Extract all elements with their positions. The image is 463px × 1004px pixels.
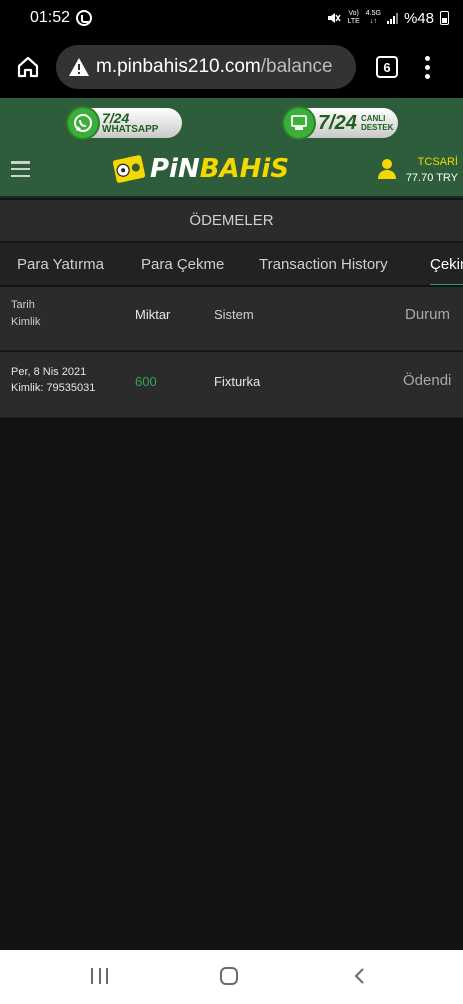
mute-icon	[328, 13, 342, 23]
url-text: m.pinbahis210.com/balance	[96, 56, 333, 78]
site-logo[interactable]: PiNBAHiS	[111, 153, 290, 185]
battery-percent: %48	[403, 9, 434, 27]
row-date: Per, 8 Nis 2021	[11, 366, 87, 378]
warning-icon	[69, 58, 89, 76]
logo-ticket-icon	[111, 154, 147, 184]
whatsapp-promo-line2: WHATSAPP	[102, 123, 159, 135]
whatsapp-notification-icon	[76, 10, 93, 26]
hamburger-icon[interactable]	[11, 161, 30, 177]
url-path: /balance	[260, 56, 333, 77]
page: 01:52 Vo) LTE 4.5G ↓↑ %48 m.pinbahis210.…	[0, 0, 463, 1004]
header-id: Kimlik	[11, 316, 41, 328]
browser-home-button[interactable]	[0, 36, 56, 98]
payment-tabs: Para Yatırma Para Çekme Transaction Hist…	[0, 243, 463, 286]
nav-back-icon[interactable]	[352, 967, 366, 985]
tab-withdraw[interactable]: Para Çekme	[141, 243, 224, 285]
row-status: Ödendi	[403, 372, 452, 389]
battery-icon	[440, 11, 449, 25]
signal-icon	[386, 12, 398, 24]
nav-recent-icon[interactable]	[91, 968, 108, 984]
android-nav-bar	[0, 950, 463, 1004]
row-system: Fixturka	[214, 374, 261, 389]
logo-text: PiNBAHiS	[150, 154, 290, 184]
live-support-line1: CANLI	[360, 114, 386, 123]
home-icon	[17, 56, 39, 78]
tab-withdrawals[interactable]: Çekim	[430, 243, 463, 285]
page-title: ÖDEMELER	[0, 200, 463, 242]
row-id: Kimlik: 79535031	[11, 382, 96, 394]
nav-home-icon[interactable]	[220, 967, 238, 985]
volte-indicator: Vo) LTE	[347, 10, 360, 25]
username[interactable]: TCSARİ	[418, 156, 458, 168]
network-speed-indicator: 4.5G ↓↑	[365, 10, 381, 25]
tab-count: 6	[383, 59, 391, 75]
tab-deposit[interactable]: Para Yatırma	[17, 243, 104, 285]
whatsapp-promo-line1: 7/24	[102, 109, 130, 126]
url-domain: m.pinbahis210.com	[96, 56, 261, 77]
live-support-big: 7/24	[318, 111, 357, 134]
header-date: Tarih	[11, 299, 35, 311]
whatsapp-icon	[66, 106, 100, 140]
row-amount: 600	[135, 374, 157, 389]
header-amount: Miktar	[135, 307, 171, 322]
tabs-button[interactable]: 6	[376, 56, 398, 78]
status-icons: Vo) LTE 4.5G ↓↑ %48	[327, 10, 449, 27]
browser-toolbar: m.pinbahis210.com/balance 6	[0, 36, 463, 98]
header-status: Durum	[405, 306, 451, 323]
live-support-icon	[282, 106, 316, 140]
tab-transaction-history[interactable]: Transaction History	[259, 243, 388, 285]
status-time: 01:52	[30, 9, 71, 26]
user-balance: 77.70 TRY	[405, 172, 458, 184]
header-system: Sistem	[214, 307, 254, 322]
whatsapp-support-button[interactable]: 7/24 WHATSAPP	[66, 106, 182, 140]
table-row[interactable]: Per, 8 Nis 2021 Kimlik: 79535031 600 Fix…	[0, 352, 463, 418]
site-header: 7/24 WHATSAPP 7/24 CANLI DESTEK PiNBAHiS…	[0, 98, 463, 198]
live-support-line2: DESTEK	[360, 123, 394, 132]
user-icon[interactable]	[377, 158, 397, 180]
more-menu-icon[interactable]	[424, 55, 430, 79]
table-header: Tarih Kimlik Miktar Sistem Durum	[0, 287, 463, 351]
status-bar: 01:52 Vo) LTE 4.5G ↓↑ %48	[0, 0, 463, 36]
url-bar[interactable]: m.pinbahis210.com/balance	[56, 45, 356, 89]
live-support-button[interactable]: 7/24 CANLI DESTEK	[282, 106, 398, 140]
